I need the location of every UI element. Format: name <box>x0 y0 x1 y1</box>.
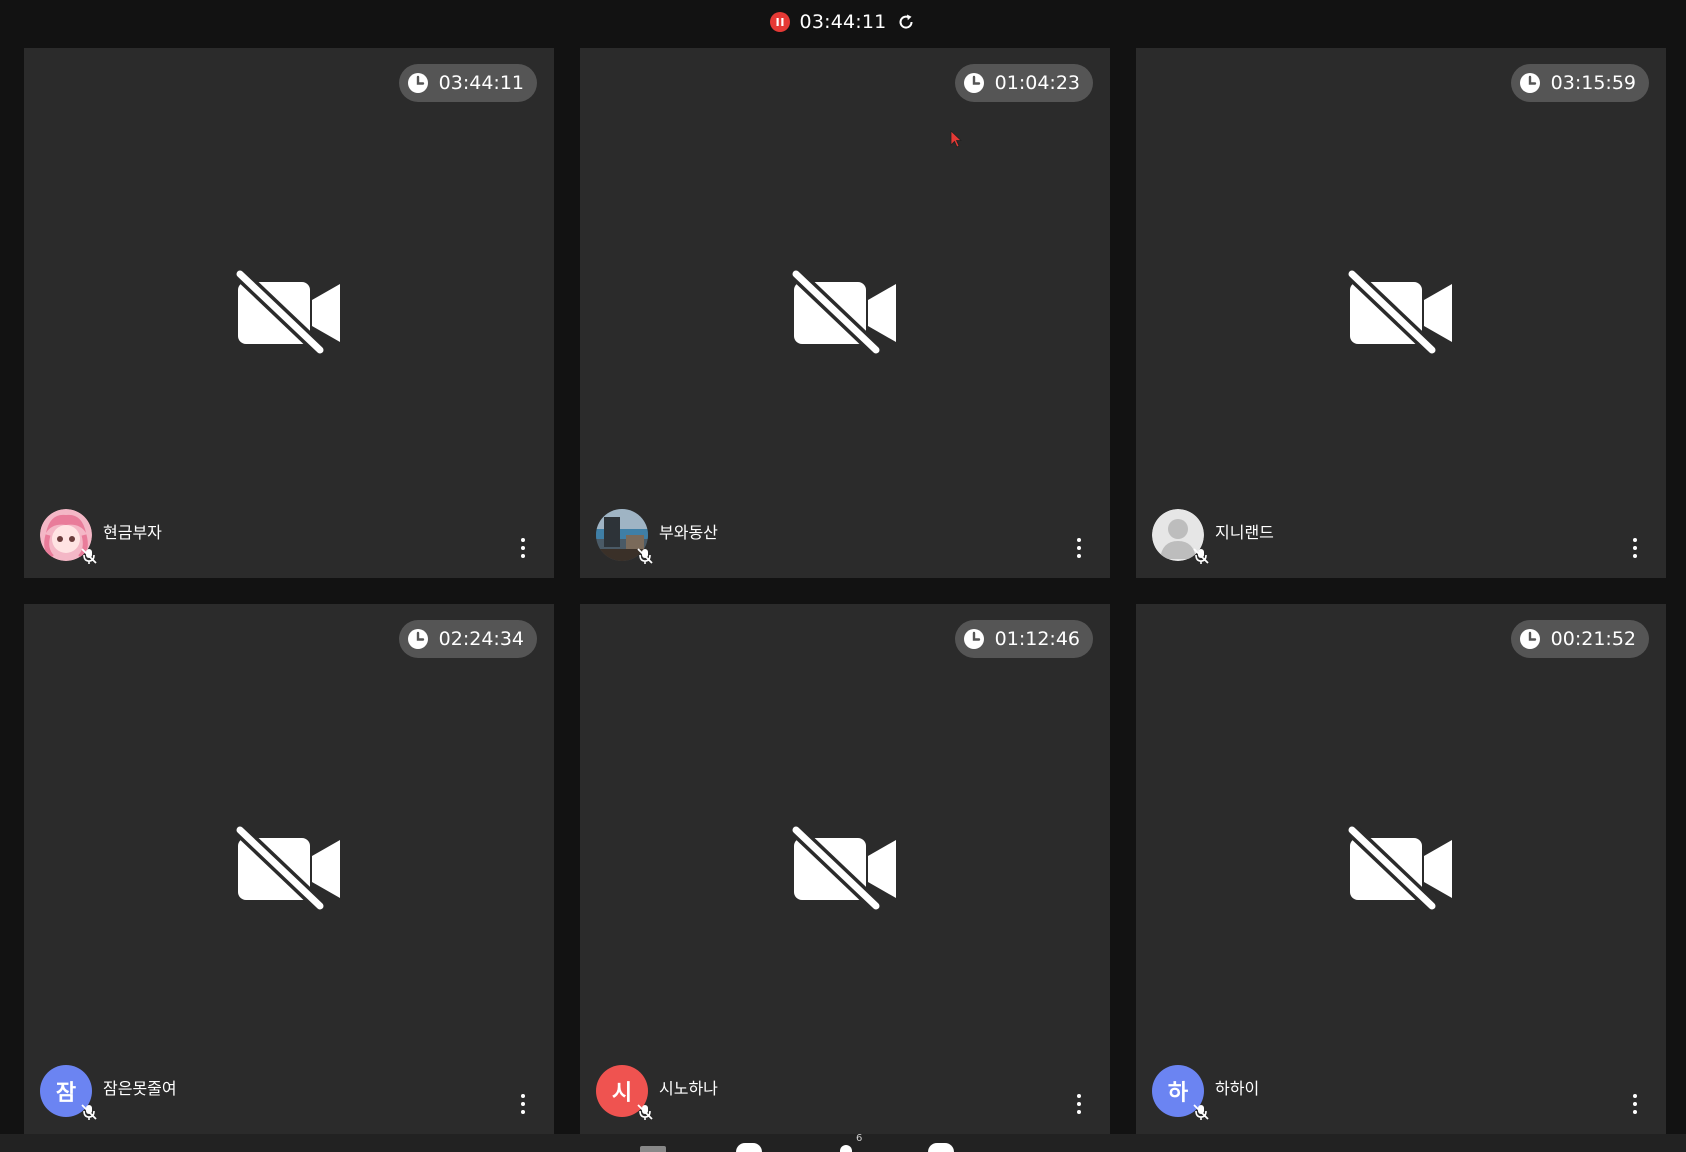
participant-timer: 03:44:11 <box>398 64 537 102</box>
participant-name: 잠은못줄여 <box>103 1079 177 1098</box>
recording-bar: 03:44:11 <box>0 0 1686 44</box>
microphone-off-icon <box>81 548 97 564</box>
video-camera-off-icon <box>235 270 340 356</box>
avatar: 잠 <box>40 1065 97 1120</box>
participant-grid: 03:44:11 현금부자 01:04:23 부와동산 03:15:59 지니랜… <box>24 48 1666 1134</box>
microphone-off-icon <box>81 1104 97 1120</box>
bottom-toolbar: 6 <box>0 1133 1686 1152</box>
participant-tile[interactable]: 03:44:11 현금부자 <box>24 48 554 578</box>
chat-icon[interactable] <box>928 1143 954 1152</box>
more-vertical-icon[interactable] <box>1076 1094 1082 1114</box>
mouse-cursor-icon <box>950 130 962 148</box>
participant-name: 현금부자 <box>103 523 162 542</box>
participant-name: 시노하나 <box>659 1079 718 1098</box>
participant-name: 지니랜드 <box>1215 523 1274 542</box>
participant-footer: 하 하하이 <box>1152 1064 1650 1120</box>
microphone-off-icon <box>1193 548 1209 564</box>
timer-text: 02:24:34 <box>438 628 524 650</box>
avatar-initial: 하 <box>1167 1081 1189 1106</box>
screen-share-icon[interactable] <box>640 1146 666 1152</box>
participant-footer: 현금부자 <box>40 508 538 564</box>
recording-timer: 03:44:11 <box>799 11 887 33</box>
avatar-initial: 시 <box>611 1081 633 1106</box>
participant-timer: 02:24:34 <box>398 620 537 658</box>
timer-text: 00:21:52 <box>1550 628 1636 650</box>
participant-footer: 부와동산 <box>596 508 1094 564</box>
clock-icon <box>407 72 429 94</box>
participant-count-badge: 6 <box>856 1133 863 1144</box>
microphone-off-icon <box>1193 1104 1209 1120</box>
timer-text: 01:04:23 <box>994 72 1080 94</box>
participant-footer: 지니랜드 <box>1152 508 1650 564</box>
video-camera-off-icon <box>791 270 896 356</box>
participant-timer: 01:12:46 <box>954 620 1093 658</box>
participant-footer: 잠 잠은못줄여 <box>40 1064 538 1120</box>
participant-timer: 03:15:59 <box>1510 64 1649 102</box>
more-vertical-icon[interactable] <box>1076 538 1082 558</box>
participant-name: 부와동산 <box>659 523 718 542</box>
clock-icon <box>963 72 985 94</box>
participant-tile[interactable]: 01:04:23 부와동산 <box>580 48 1110 578</box>
clock-icon <box>407 628 429 650</box>
clock-icon <box>1519 628 1541 650</box>
participant-timer: 01:04:23 <box>954 64 1093 102</box>
participant-footer: 시 시노하나 <box>596 1064 1094 1120</box>
video-camera-off-icon <box>791 826 896 912</box>
microphone-off-icon <box>637 1104 653 1120</box>
microphone-off-icon <box>637 548 653 564</box>
more-vertical-icon[interactable] <box>520 1094 526 1114</box>
clock-icon <box>1519 72 1541 94</box>
avatar <box>40 509 97 564</box>
participant-timer: 00:21:52 <box>1510 620 1649 658</box>
participants-icon[interactable] <box>840 1145 852 1152</box>
timer-text: 01:12:46 <box>994 628 1080 650</box>
participant-tile[interactable]: 02:24:34 잠 잠은못줄여 <box>24 604 554 1134</box>
video-camera-off-icon <box>235 826 340 912</box>
more-vertical-icon[interactable] <box>1632 538 1638 558</box>
timer-text: 03:15:59 <box>1550 72 1636 94</box>
avatar <box>1152 509 1209 564</box>
more-vertical-icon[interactable] <box>1632 1094 1638 1114</box>
video-camera-off-icon <box>1347 270 1452 356</box>
participant-tile[interactable]: 00:21:52 하 하하이 <box>1136 604 1666 1134</box>
avatar: 하 <box>1152 1065 1209 1120</box>
pause-record-icon[interactable] <box>769 12 790 32</box>
participant-name: 하하이 <box>1215 1079 1260 1098</box>
clock-icon <box>963 628 985 650</box>
more-vertical-icon[interactable] <box>520 538 526 558</box>
refresh-icon[interactable] <box>896 12 916 32</box>
avatar <box>596 509 653 564</box>
participant-tile[interactable]: 01:12:46 시 시노하나 <box>580 604 1110 1134</box>
video-camera-off-icon <box>1347 826 1452 912</box>
participant-tile[interactable]: 03:15:59 지니랜드 <box>1136 48 1666 578</box>
microphone-icon[interactable] <box>736 1143 762 1152</box>
timer-text: 03:44:11 <box>438 72 524 94</box>
avatar-initial: 잠 <box>55 1081 77 1106</box>
avatar: 시 <box>596 1065 653 1120</box>
